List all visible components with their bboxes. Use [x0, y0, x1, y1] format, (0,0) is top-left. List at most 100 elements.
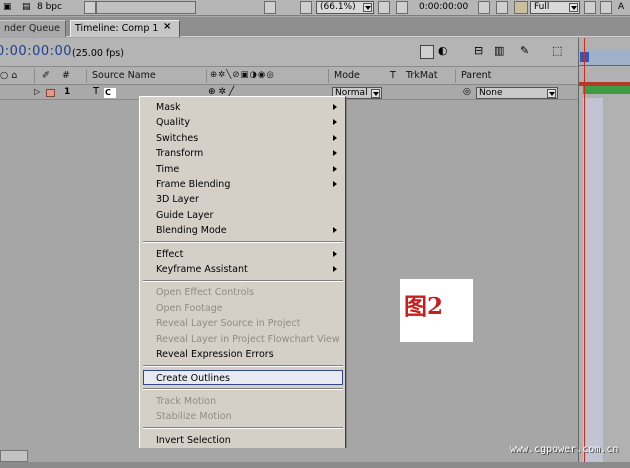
submenu-arrow-icon: [333, 227, 337, 234]
magnification-value: (66.1%): [320, 2, 356, 12]
column-number-header[interactable]: #: [62, 70, 70, 81]
column-trkmat-header[interactable]: TrkMat: [406, 70, 438, 81]
tab-render-queue[interactable]: nder Queue: [0, 20, 66, 37]
menu-separator: [143, 388, 343, 391]
comp-flowchart-icon[interactable]: [420, 45, 434, 59]
menu-separator: [143, 241, 343, 244]
bit-depth-label[interactable]: 8 bpc: [37, 1, 62, 14]
transparency-grid-icon[interactable]: [600, 1, 612, 14]
column-mode-header[interactable]: Mode: [334, 70, 360, 81]
menu-item-label: Open Footage: [156, 302, 223, 314]
text-layer-icon: T: [93, 86, 100, 97]
close-tab-icon[interactable]: ×: [163, 21, 171, 32]
menu-item-quality[interactable]: Quality: [143, 115, 343, 130]
switches-header-icons: ⊕✲╲⊘▣◑◉◎: [210, 70, 275, 80]
menu-separator: [143, 364, 343, 367]
menu-item-reveal-layer-in-project-flowchart-view[interactable]: Reveal Layer in Project Flowchart View: [143, 332, 343, 347]
menu-item-open-effect-controls[interactable]: Open Effect Controls: [143, 285, 343, 300]
layer-label-color[interactable]: [46, 89, 55, 97]
magnification-dropdown[interactable]: (66.1%): [316, 1, 374, 14]
layer-number: 1: [64, 87, 71, 97]
parent-value: None: [479, 88, 503, 98]
channel-icon[interactable]: ▤: [22, 1, 32, 14]
motion-blur-icon[interactable]: ▥: [494, 44, 508, 58]
menu-item-label: Reveal Expression Errors: [156, 349, 274, 360]
watermark: www.cgpower.com.cn: [510, 444, 619, 455]
submenu-arrow-icon: [333, 134, 337, 141]
show-snapshot-icon[interactable]: [496, 1, 508, 14]
frame-blending-icon[interactable]: ⊟: [474, 44, 488, 58]
pick-whip-icon[interactable]: ◎: [463, 87, 471, 97]
figure-annotation: 图2: [400, 279, 473, 342]
menu-item-label: Blending Mode: [156, 225, 227, 237]
menu-item-transform[interactable]: Transform: [143, 146, 343, 161]
column-divider: [328, 69, 329, 83]
menu-item-switches[interactable]: Switches: [143, 131, 343, 146]
menu-item-stabilize-motion[interactable]: Stabilize Motion: [143, 409, 343, 424]
column-divider: [34, 69, 35, 83]
menu-item-label: Stabilize Motion: [156, 411, 232, 423]
menu-item-effect[interactable]: Effect: [143, 247, 343, 262]
view-label: A: [618, 2, 625, 12]
submenu-arrow-icon: [333, 165, 337, 172]
brainstorm-icon[interactable]: ⬚: [552, 44, 566, 58]
expand-triangle-icon[interactable]: ▷: [34, 87, 40, 96]
menu-item-invert-selection[interactable]: Invert Selection: [143, 433, 343, 448]
scroll-left-button[interactable]: [84, 1, 96, 14]
timeline-controls: 0:00:00:00 (25.00 fps) ◐ ⊟ ▥ ✎ ⬚: [0, 38, 578, 66]
menu-item-label: Reveal Layer Source in Project: [156, 318, 301, 330]
graph-editor-icon[interactable]: ✎: [520, 44, 534, 58]
color-channel-icon[interactable]: [514, 1, 528, 14]
menu-item-track-motion[interactable]: Track Motion: [143, 394, 343, 409]
menu-item-label: Frame Blending: [156, 179, 231, 190]
menu-item-open-footage[interactable]: Open Footage: [143, 301, 343, 316]
column-source-name-header[interactable]: Source Name: [92, 70, 156, 81]
menu-item-keyframe-assistant[interactable]: Keyframe Assistant: [143, 262, 343, 277]
camera-icon[interactable]: [478, 1, 490, 14]
layer-name-field[interactable]: C: [104, 88, 116, 98]
safe-zones-icon[interactable]: [378, 1, 390, 14]
menu-item-label: Open Effect Controls: [156, 287, 255, 299]
menu-item-time[interactable]: Time: [143, 162, 343, 177]
region-icon[interactable]: [584, 1, 596, 14]
grid-icon[interactable]: [396, 1, 408, 14]
column-parent-header[interactable]: Parent: [461, 70, 491, 81]
frame-rate-label: (25.00 fps): [72, 48, 124, 59]
menu-item-label: Reveal Layer in Project Flowchart View: [156, 333, 340, 345]
menu-item-guide-layer[interactable]: Guide Layer: [143, 208, 343, 223]
scroll-right-button[interactable]: [264, 1, 276, 14]
submenu-arrow-icon: [333, 181, 337, 187]
menu-item-mask[interactable]: Mask: [143, 100, 343, 115]
chevron-down-icon: [569, 3, 578, 12]
shy-icon[interactable]: ◐: [438, 44, 452, 58]
parent-dropdown[interactable]: None: [476, 87, 558, 99]
snapshot-icon[interactable]: ▣: [3, 1, 13, 14]
layer-duration-bar[interactable]: [583, 86, 630, 94]
resolution-dropdown[interactable]: Full: [530, 1, 580, 14]
tab-timeline-label: Timeline: Comp 1: [75, 23, 159, 34]
column-t-header[interactable]: T: [390, 70, 396, 81]
menu-item-frame-blending[interactable]: Frame Blending: [143, 177, 343, 192]
menu-item-label: Effect: [156, 248, 184, 260]
menu-item-reveal-layer-source-in-project[interactable]: Reveal Layer Source in Project: [143, 316, 343, 331]
column-divider: [455, 69, 456, 83]
horizontal-scrollbar[interactable]: [96, 1, 196, 14]
current-time-field[interactable]: 0:00:00:00: [0, 44, 72, 59]
chevron-down-icon: [371, 89, 380, 98]
menu-item-label: 3D Layer: [156, 194, 199, 206]
region-of-interest-icon[interactable]: [300, 1, 312, 14]
menu-item-create-outlines[interactable]: Create Outlines: [143, 370, 343, 386]
menu-item-blending-mode[interactable]: Blending Mode: [143, 223, 343, 238]
current-time-display[interactable]: 0:00:00:00: [419, 1, 468, 14]
submenu-arrow-icon: [333, 266, 337, 272]
menu-item-reveal-expression-errors[interactable]: Reveal Expression Errors: [143, 347, 343, 362]
menu-separator: [143, 279, 343, 282]
figure-label: 图2: [404, 293, 444, 320]
menu-separator: [143, 427, 343, 430]
expand-collapse-icon[interactable]: [0, 450, 28, 462]
menu-item-label: Invert Selection: [156, 434, 231, 446]
menu-item-3d-layer[interactable]: 3D Layer: [143, 192, 343, 207]
panel-tab-bar: nder Queue Timeline: Comp 1 ×: [0, 17, 630, 37]
timeline-graph-panel[interactable]: [578, 38, 630, 462]
menu-item-label: Time: [156, 163, 180, 175]
